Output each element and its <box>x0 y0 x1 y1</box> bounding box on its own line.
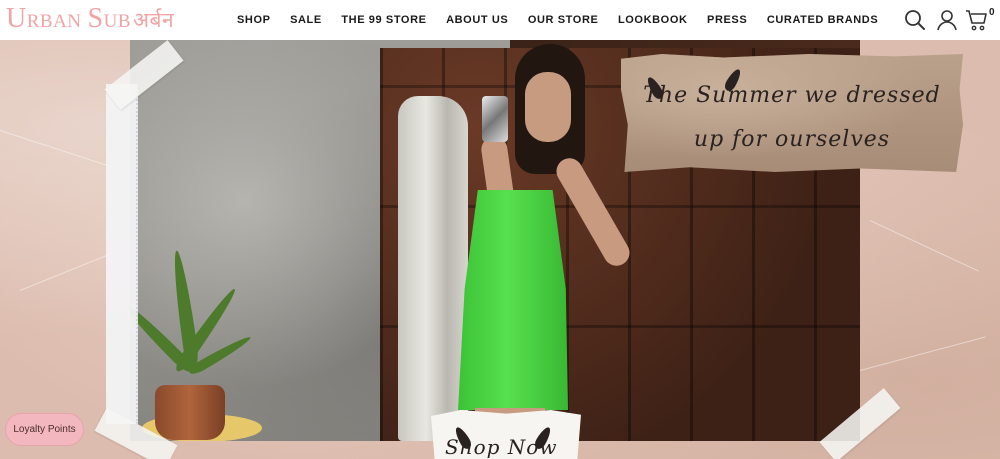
hanging-cloth <box>398 96 468 441</box>
cart-count-badge: 0 <box>989 7 995 18</box>
model-face <box>525 72 571 142</box>
hero-banner[interactable]: The Summer we dressed up for ourselves S… <box>0 40 1000 459</box>
phone-in-hand <box>482 96 508 142</box>
user-icon[interactable] <box>935 8 959 32</box>
main-nav: SHOP SALE THE 99 STORE ABOUT US OUR STOR… <box>237 12 898 28</box>
brand-logo[interactable]: U RBAN S UB अर्बन <box>6 4 174 36</box>
nav-lookbook[interactable]: LOOKBOOK <box>618 12 688 28</box>
shop-now-button[interactable]: Shop Now <box>445 435 575 459</box>
nav-curated-brands[interactable]: CURATED BRANDS <box>767 12 878 28</box>
logo-text-rban: RBAN <box>26 11 82 32</box>
paper-crease <box>869 220 979 272</box>
nav-our-store[interactable]: OUR STORE <box>528 12 599 28</box>
logo-text-devanagari: अर्बन <box>133 8 175 32</box>
nav-the-99-store[interactable]: THE 99 STORE <box>341 12 426 28</box>
logo-text-ub: UB <box>103 11 132 32</box>
nav-about-us[interactable]: ABOUT US <box>446 12 508 28</box>
tagline-line-2: up for ourselves <box>693 127 891 152</box>
nav-shop[interactable]: SHOP <box>237 12 271 28</box>
search-icon[interactable] <box>903 8 927 32</box>
plant-pot <box>155 385 225 440</box>
site-header: U RBAN S UB अर्बन SHOP SALE THE 99 STORE… <box>0 0 1000 40</box>
lace-trim <box>106 84 138 424</box>
nav-sale[interactable]: SALE <box>290 12 322 28</box>
paper-crease <box>859 336 986 371</box>
cart-icon[interactable] <box>965 8 989 32</box>
tagline-line-1: The Summer we dressed <box>643 83 941 108</box>
logo-letter-u: U <box>6 3 27 34</box>
logo-letter-s: S <box>87 3 104 34</box>
nav-press[interactable]: PRESS <box>707 12 747 28</box>
green-dress <box>458 190 568 410</box>
hero-tagline: The Summer we dressed up for ourselves <box>632 74 952 162</box>
loyalty-points-button[interactable]: Loyalty Points <box>5 413 84 446</box>
